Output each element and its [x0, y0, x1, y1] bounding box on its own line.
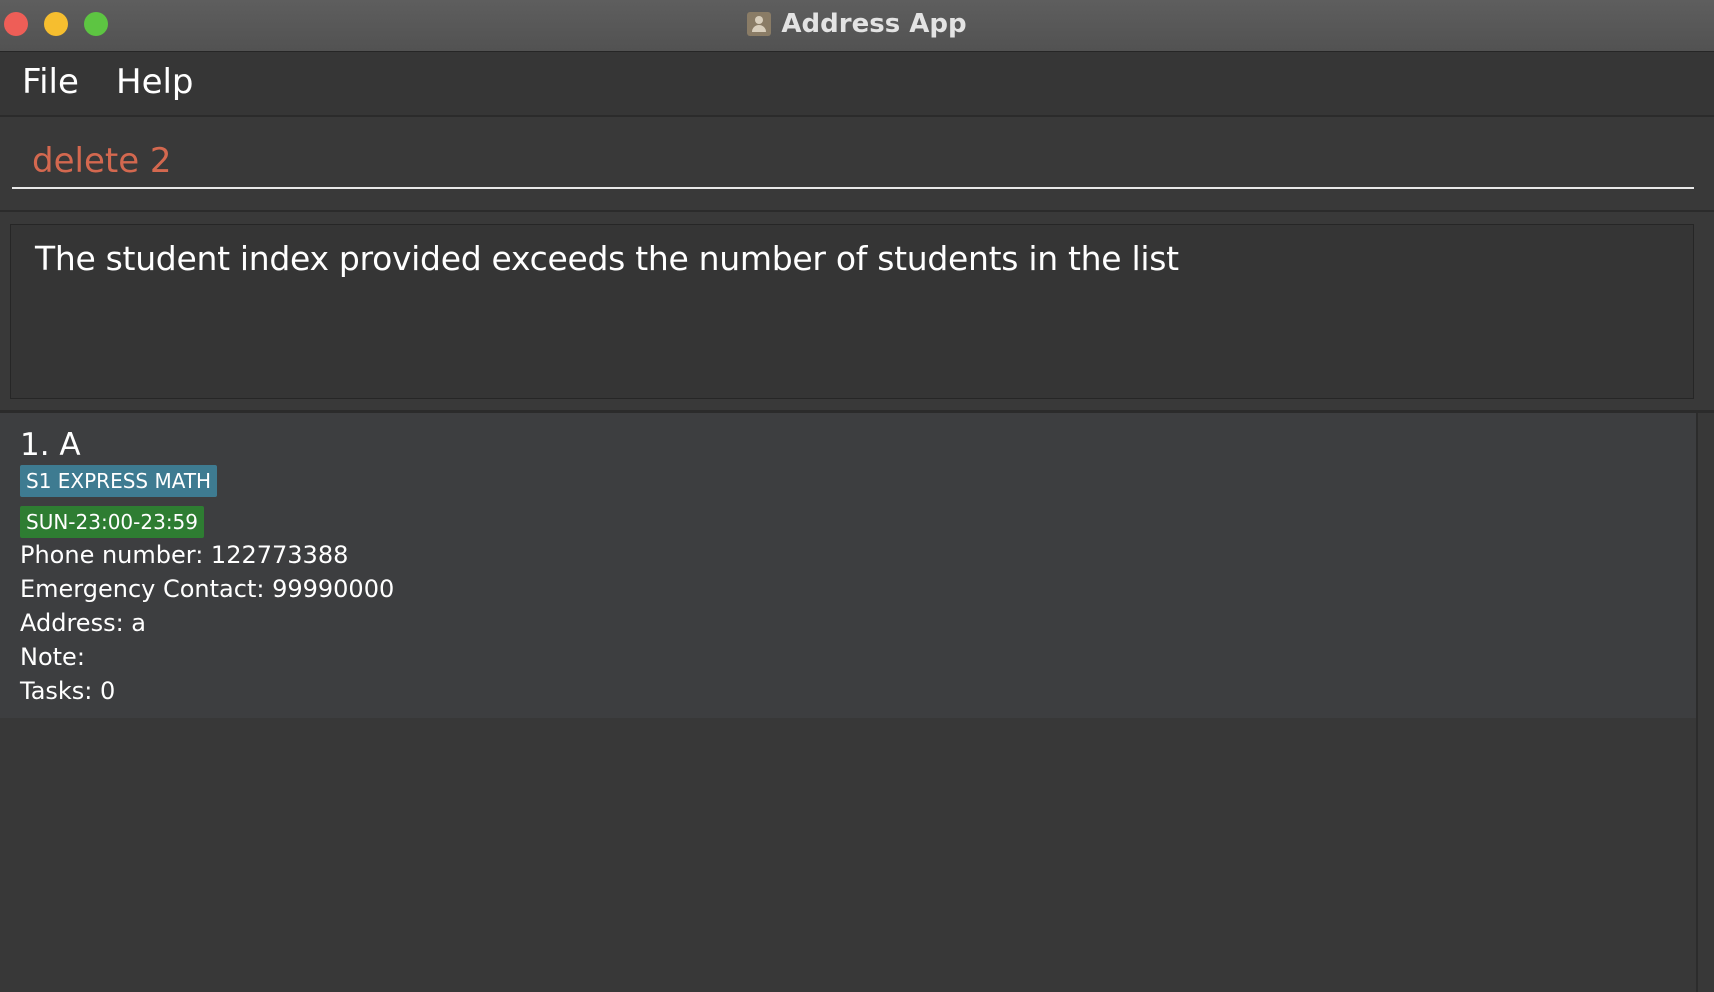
result-display-area: The student index provided exceeds the n… [0, 212, 1714, 410]
result-message: The student index provided exceeds the n… [35, 239, 1179, 278]
command-box [0, 117, 1714, 210]
menu-bar: File Help [0, 52, 1714, 117]
menu-file[interactable]: File [22, 62, 79, 102]
address: Address: a [20, 609, 146, 637]
subject-tag: S1 EXPRESS MATH [20, 465, 218, 497]
command-input[interactable] [12, 135, 1694, 189]
emergency-contact: Emergency Contact: 99990000 [20, 575, 395, 603]
student-name: 1. A [20, 427, 81, 463]
task-count: Tasks: 0 [20, 677, 116, 705]
result-display: The student index provided exceeds the n… [10, 224, 1694, 399]
student-card[interactable]: 1. A S1 EXPRESS MATH SUN-23:00-23:59 Pho… [0, 413, 1696, 718]
menu-help[interactable]: Help [116, 62, 194, 102]
title-bar[interactable]: Address App [0, 0, 1714, 52]
app-window: Address App File Help The student index … [0, 0, 1714, 992]
lesson-time-tag: SUN-23:00-23:59 [20, 506, 205, 538]
note: Note: [20, 643, 85, 671]
title-group: Address App [0, 0, 1714, 48]
phone-number: Phone number: 122773388 [20, 541, 349, 569]
contact-book-icon [747, 12, 772, 36]
student-list-panel[interactable]: 1. A S1 EXPRESS MATH SUN-23:00-23:59 Pho… [0, 413, 1714, 992]
window-title: Address App [781, 9, 967, 39]
list-scrollbar[interactable] [1696, 413, 1698, 992]
